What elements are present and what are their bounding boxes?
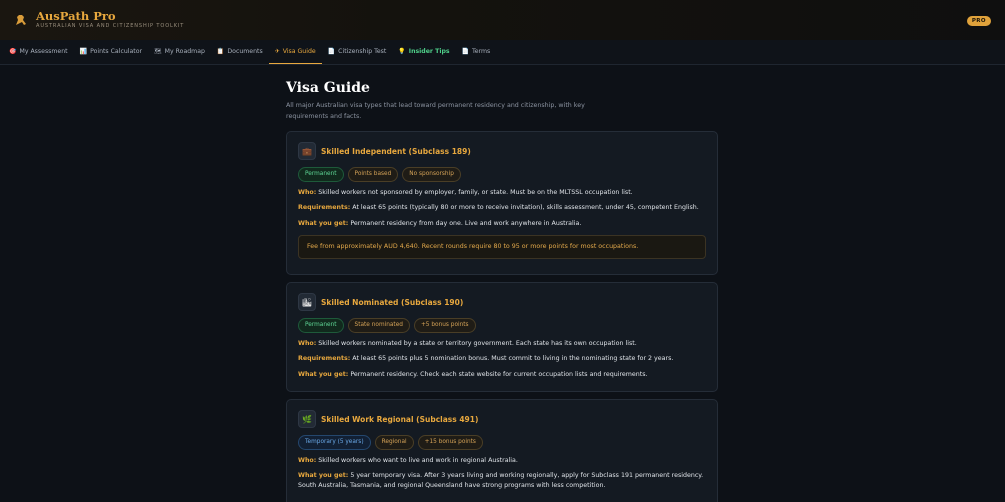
tab-my-roadmap[interactable]: 🗺 My Roadmap <box>148 40 211 64</box>
who-label: Who: <box>298 188 317 196</box>
who-row: Who: Skilled workers not sponsored by em… <box>298 188 706 198</box>
fee-note: Fee from approximately AUD 4,640. Recent… <box>298 234 706 259</box>
tab-label: Citizenship Test <box>338 47 387 55</box>
who-text: Skilled workers nominated by a state or … <box>318 339 637 347</box>
card-header: 💼 Skilled Independent (Subclass 189) <box>298 142 706 160</box>
tag: +15 bonus points <box>417 435 483 450</box>
what-you-get-row: What you get: 5 year temporary visa. Aft… <box>298 471 706 491</box>
app-title: AusPath Pro <box>36 9 116 23</box>
what-you-get-row: What you get: Permanent residency from d… <box>298 219 706 229</box>
tag: Regional <box>374 435 414 450</box>
visa-card-189: 💼 Skilled Independent (Subclass 189) Per… <box>286 131 718 275</box>
briefcase-icon: 💼 <box>298 142 316 160</box>
what-you-get-text: 5 year temporary visa. After 3 years liv… <box>298 472 704 490</box>
document-icon: 📄 <box>327 47 336 55</box>
tab-insider-tips[interactable]: 💡 Insider Tips <box>392 40 455 64</box>
clipboard-icon: 📋 <box>216 47 225 55</box>
requirements-text: At least 65 points (typically 80 or more… <box>352 204 699 212</box>
requirements-text: At least 65 points plus 5 nomination bon… <box>352 355 674 363</box>
tag: Permanent <box>298 318 344 333</box>
requirements-row: Requirements: At least 65 points plus 5 … <box>298 354 706 364</box>
requirements-label: Requirements: <box>298 204 351 212</box>
tag: State nominated <box>347 318 410 333</box>
page-title: Visa Guide <box>286 80 370 96</box>
visa-card-491: 🌿 Skilled Work Regional (Subclass 491) T… <box>286 399 718 502</box>
card-header: 🌿 Skilled Work Regional (Subclass 491) <box>298 410 706 428</box>
tab-documents[interactable]: 📋 Documents <box>211 40 269 64</box>
lightbulb-icon: 💡 <box>398 47 406 55</box>
kangaroo-logo-icon <box>12 11 30 29</box>
tag: Permanent <box>298 167 344 182</box>
tab-label: Points Calculator <box>90 47 143 55</box>
document-icon: 📄 <box>461 47 470 55</box>
what-you-get-label: What you get: <box>298 472 349 480</box>
tab-label: Insider Tips <box>408 47 450 55</box>
tab-label: Terms <box>472 47 491 55</box>
tab-visa-guide[interactable]: ✈ Visa Guide <box>268 40 322 64</box>
tab-label: My Roadmap <box>164 47 205 55</box>
tab-citizenship-test[interactable]: 📄 Citizenship Test <box>322 40 393 64</box>
who-row: Who: Skilled workers who want to live an… <box>298 456 706 466</box>
main-nav: 🎯 My Assessment 📊 Points Calculator 🗺 My… <box>0 40 1005 65</box>
visa-card-190: 🏙 Skilled Nominated (Subclass 190) Perma… <box>286 282 718 392</box>
tag-list: Permanent Points based No sponsorship <box>298 167 706 182</box>
card-title: Skilled Independent (Subclass 189) <box>321 146 471 156</box>
tab-label: My Assessment <box>19 47 68 55</box>
who-row: Who: Skilled workers nominated by a stat… <box>298 339 706 349</box>
target-icon: 🎯 <box>9 47 17 55</box>
airplane-icon: ✈ <box>274 48 280 55</box>
map-icon: 🗺 <box>154 47 162 55</box>
tag-list: Temporary (5 years) Regional +15 bonus p… <box>298 435 706 450</box>
tag: No sponsorship <box>402 167 461 182</box>
app-header: AusPath Pro AUSTRALIAN VISA AND CITIZENS… <box>0 0 1005 40</box>
card-title: Skilled Nominated (Subclass 190) <box>321 297 464 307</box>
pro-badge: PRO <box>966 16 991 26</box>
chart-icon: 📊 <box>79 47 88 55</box>
tag: Temporary (5 years) <box>298 435 371 450</box>
who-text: Skilled workers who want to live and wor… <box>318 456 518 464</box>
tab-label: Visa Guide <box>282 48 316 55</box>
app-subtitle: AUSTRALIAN VISA AND CITIZENSHIP TOOLKIT <box>36 23 185 29</box>
page-description: All major Australian visa types that lea… <box>286 102 585 120</box>
tab-my-assessment[interactable]: 🎯 My Assessment <box>3 40 74 64</box>
tag: Points based <box>347 167 399 182</box>
who-text: Skilled workers not sponsored by employe… <box>318 188 633 196</box>
who-label: Who: <box>298 339 317 347</box>
main-content: Visa Guide All major Australian visa typ… <box>286 78 718 502</box>
card-title: Skilled Work Regional (Subclass 491) <box>321 414 479 424</box>
leaf-icon: 🌿 <box>298 410 316 428</box>
city-icon: 🏙 <box>298 293 316 311</box>
what-you-get-row: What you get: Permanent residency. Check… <box>298 370 706 380</box>
requirements-label: Requirements: <box>298 355 351 363</box>
tag-list: Permanent State nominated +5 bonus point… <box>298 318 706 333</box>
what-you-get-label: What you get: <box>298 219 349 227</box>
tab-label: Documents <box>227 47 263 55</box>
what-you-get-text: Permanent residency from day one. Live a… <box>350 219 582 227</box>
who-label: Who: <box>298 456 317 464</box>
tab-terms[interactable]: 📄 Terms <box>456 40 497 64</box>
requirements-row: Requirements: At least 65 points (typica… <box>298 203 706 213</box>
brand: AusPath Pro AUSTRALIAN VISA AND CITIZENS… <box>36 10 184 30</box>
card-header: 🏙 Skilled Nominated (Subclass 190) <box>298 293 706 311</box>
tab-points-calculator[interactable]: 📊 Points Calculator <box>74 40 148 64</box>
what-you-get-label: What you get: <box>298 370 349 378</box>
tag: +5 bonus points <box>413 318 476 333</box>
what-you-get-text: Permanent residency. Check each state we… <box>350 370 648 378</box>
